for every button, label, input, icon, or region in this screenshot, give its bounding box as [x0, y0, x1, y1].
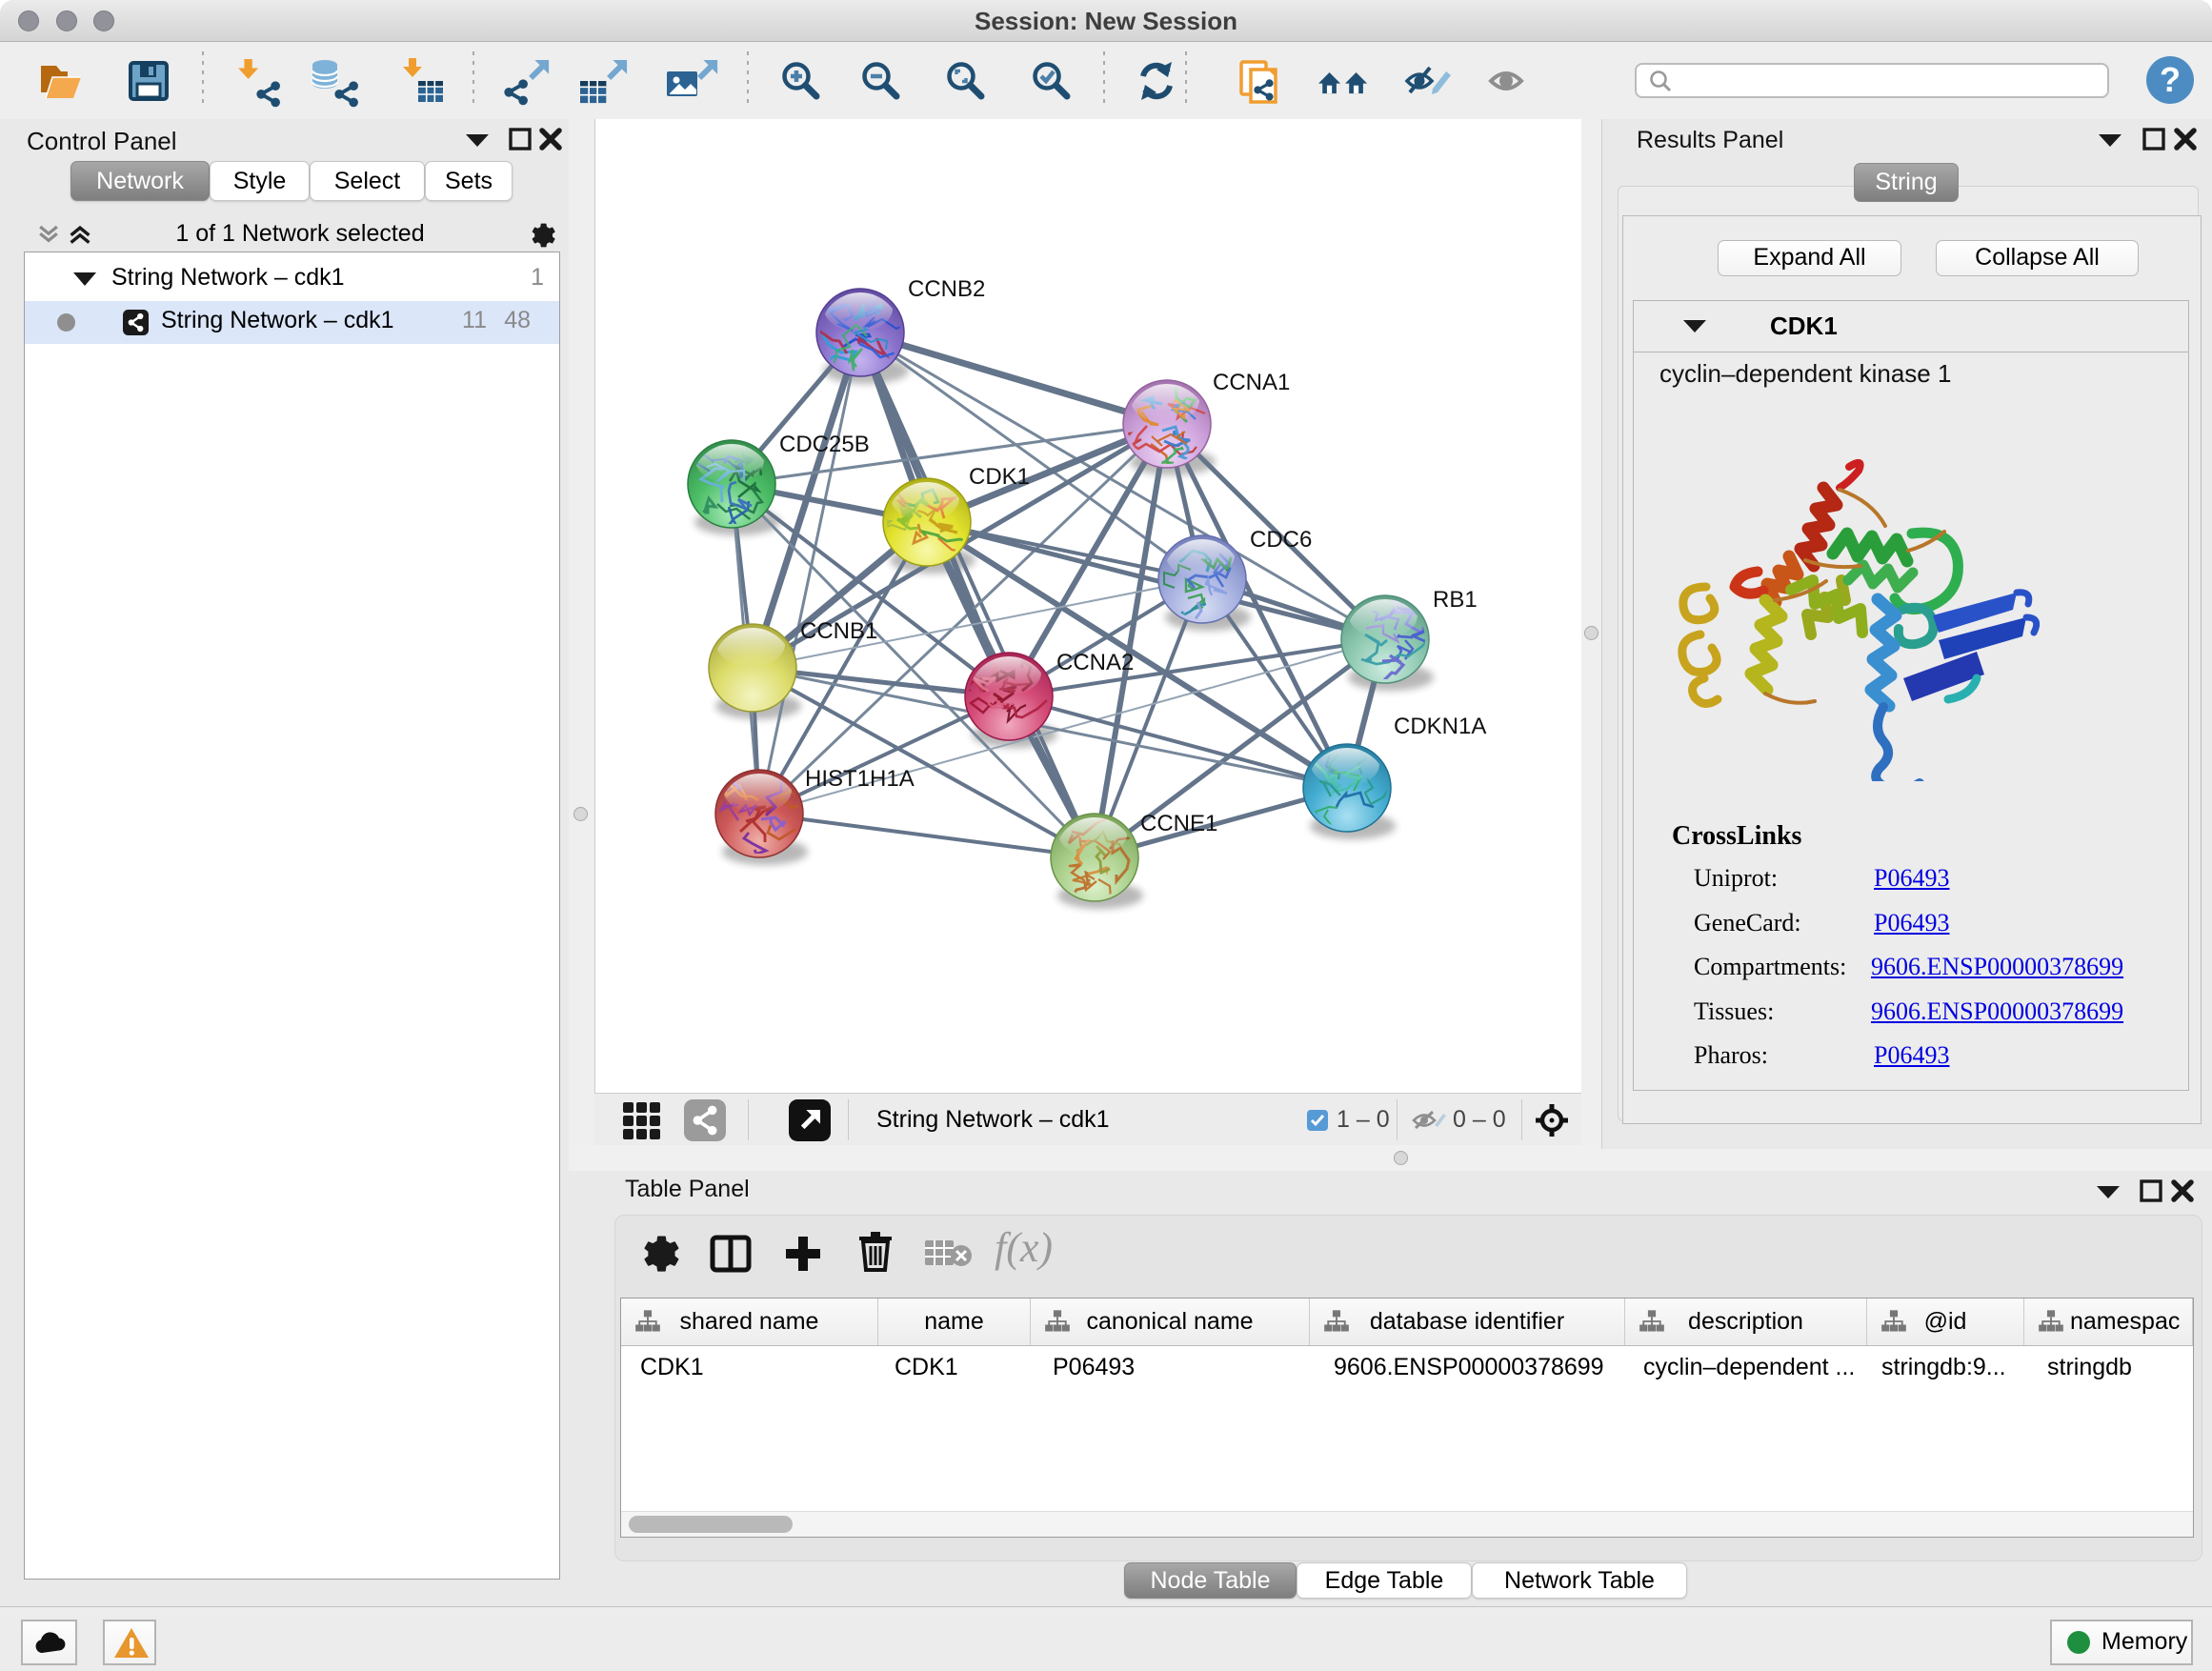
- svg-text:CCNB2: CCNB2: [908, 276, 985, 302]
- svg-text:CDC25B: CDC25B: [779, 432, 870, 457]
- svg-text:CCNE1: CCNE1: [1140, 811, 1217, 836]
- svg-text:CCNB1: CCNB1: [800, 618, 877, 644]
- svg-text:HIST1H1A: HIST1H1A: [805, 766, 915, 792]
- svg-text:?: ?: [2160, 60, 2181, 99]
- svg-text:CDKN1A: CDKN1A: [1394, 714, 1486, 739]
- svg-text:RB1: RB1: [1433, 587, 1478, 613]
- svg-text:CCNA1: CCNA1: [1213, 370, 1290, 395]
- svg-text:CCNA2: CCNA2: [1056, 650, 1134, 675]
- svg-text:CDC6: CDC6: [1250, 527, 1312, 553]
- svg-text:CDK1: CDK1: [969, 464, 1030, 490]
